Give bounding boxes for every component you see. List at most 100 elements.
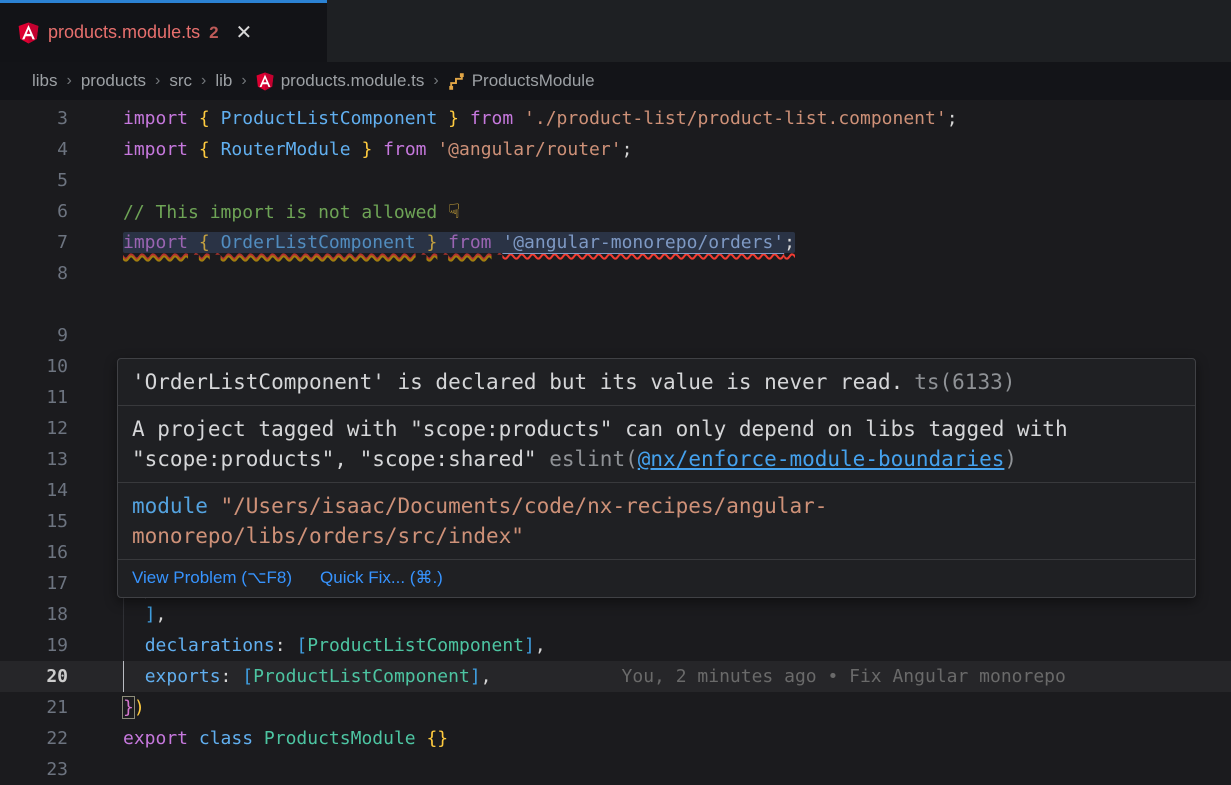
code-text (123, 289, 1231, 320)
code-token: export (123, 728, 188, 749)
code-line[interactable] (0, 289, 1231, 320)
code-line[interactable]: 5 (0, 165, 1231, 196)
chevron-right-icon: › (241, 72, 246, 90)
code-token: ProductListComponent (307, 635, 524, 656)
line-number[interactable]: 16 (0, 537, 78, 568)
code-token (437, 232, 448, 253)
code-token: ] (524, 635, 535, 656)
eslint-message-line1: A project tagged with "scope:products" c… (132, 414, 1181, 444)
code-token: from (470, 108, 513, 129)
line-number[interactable]: 5 (0, 165, 78, 196)
line-number[interactable]: 17 (0, 568, 78, 599)
code-editor: 3 import { ProductListComponent } from '.… (0, 100, 1231, 785)
code-text: import { OrderListComponent } from '@ang… (123, 227, 1231, 258)
code-token (286, 635, 297, 656)
code-line[interactable]: 20 exports: [ProductListComponent],You, … (0, 661, 1231, 692)
breadcrumb-item-libs[interactable]: libs (32, 71, 58, 91)
code-line[interactable]: 7 import { OrderListComponent } from '@an… (0, 227, 1231, 258)
line-number[interactable]: 3 (0, 103, 78, 134)
line-number[interactable]: 21 (0, 692, 78, 723)
code-text: exports: [ProductListComponent],You, 2 m… (123, 661, 1231, 692)
code-token (210, 139, 221, 160)
line-number[interactable]: 9 (0, 320, 78, 351)
line-number[interactable]: 22 (0, 723, 78, 754)
code-token: { (199, 232, 210, 253)
line-number[interactable]: 8 (0, 258, 78, 289)
eslint-message-line2: "scope:products", "scope:shared" eslint(… (132, 444, 1181, 474)
code-token: {} (426, 728, 448, 749)
code-token (123, 635, 145, 656)
code-token (210, 232, 221, 253)
code-token (459, 108, 470, 129)
code-line[interactable]: 9 (0, 320, 1231, 351)
indent-guide (123, 599, 124, 630)
chevron-right-icon: › (201, 72, 206, 90)
code-text: import { ProductListComponent } from './… (123, 103, 1231, 134)
line-number[interactable]: 20 (0, 661, 78, 692)
tab-title: products.module.ts (48, 22, 200, 43)
code-token (372, 139, 383, 160)
code-token: from (448, 232, 491, 253)
line-number[interactable] (0, 289, 78, 320)
line-number[interactable]: 13 (0, 444, 78, 475)
module-path-section: module "/Users/isaac/Documents/code/nx-r… (118, 483, 1195, 560)
indent-guide (123, 661, 124, 692)
code-line[interactable]: 18 ], (0, 599, 1231, 630)
close-icon[interactable]: ✕ (236, 23, 253, 43)
code-line[interactable]: 3 import { ProductListComponent } from '.… (0, 103, 1231, 134)
code-token (188, 108, 199, 129)
eslint-rule-link[interactable]: @nx/enforce-module-boundaries (638, 447, 1005, 471)
code-line[interactable]: 21}) (0, 692, 1231, 723)
code-token (513, 108, 524, 129)
code-token: : (221, 666, 232, 687)
symbol-class-icon (448, 73, 465, 90)
code-token: [ (296, 635, 307, 656)
quick-fix-button[interactable]: Quick Fix... (⌘.) (320, 568, 443, 588)
code-text: }) (123, 692, 1231, 723)
code-token: import (123, 139, 188, 160)
code-line[interactable]: 19 declarations: [ProductListComponent], (0, 630, 1231, 661)
line-number[interactable]: 15 (0, 506, 78, 537)
chevron-right-icon: › (67, 72, 72, 90)
breadcrumb-item-lib[interactable]: lib (215, 71, 232, 91)
ts-diagnostic-code: ts(6133) (914, 370, 1015, 394)
code-token: ; (784, 232, 795, 253)
breadcrumb-symbol[interactable]: ProductsModule (448, 71, 595, 91)
tab-bar: products.module.ts 2 ✕ (0, 0, 1231, 62)
code-line[interactable]: 8 (0, 258, 1231, 289)
code-text (123, 258, 1231, 289)
code-line[interactable]: 22export class ProductsModule {} (0, 723, 1231, 754)
indent-guide (123, 630, 124, 661)
code-line[interactable]: 6// This import is not allowed ☟ (0, 196, 1231, 227)
code-token: './product-list/product-list.component' (524, 108, 947, 129)
line-number[interactable]: 7 (0, 227, 78, 258)
view-problem-button[interactable]: View Problem (⌥F8) (132, 568, 292, 588)
breadcrumb-file-label: products.module.ts (281, 71, 425, 91)
code-token: ] (470, 666, 481, 687)
breadcrumb-file[interactable]: products.module.ts (256, 71, 425, 91)
line-number[interactable]: 11 (0, 382, 78, 413)
code-token: , (156, 604, 167, 625)
line-number[interactable]: 10 (0, 351, 78, 382)
tab-products-module[interactable]: products.module.ts 2 ✕ (0, 0, 327, 62)
code-line[interactable]: 4import { RouterModule } from '@angular/… (0, 134, 1231, 165)
line-number[interactable]: 23 (0, 754, 78, 785)
code-token: ProductListComponent (221, 108, 438, 129)
line-number[interactable]: 14 (0, 475, 78, 506)
git-blame-annotation: You, 2 minutes ago • Fix Angular monorep… (622, 666, 1066, 687)
pointing-down-emoji: ☟ (448, 199, 460, 223)
code-line[interactable]: 23 (0, 754, 1231, 785)
code-token (492, 232, 503, 253)
line-number[interactable]: 4 (0, 134, 78, 165)
import-path-link[interactable]: '@angular-monorepo/orders' (502, 232, 784, 253)
code-text (123, 165, 1231, 196)
line-number[interactable]: 12 (0, 413, 78, 444)
eslint-diagnostic-section: A project tagged with "scope:products" c… (118, 406, 1195, 483)
breadcrumb-item-src[interactable]: src (169, 71, 192, 91)
line-number[interactable]: 6 (0, 196, 78, 227)
code-token: ) (134, 697, 145, 718)
line-number[interactable]: 19 (0, 630, 78, 661)
breadcrumb-item-products[interactable]: products (81, 71, 146, 91)
line-number[interactable]: 18 (0, 599, 78, 630)
angular-icon (18, 22, 39, 44)
